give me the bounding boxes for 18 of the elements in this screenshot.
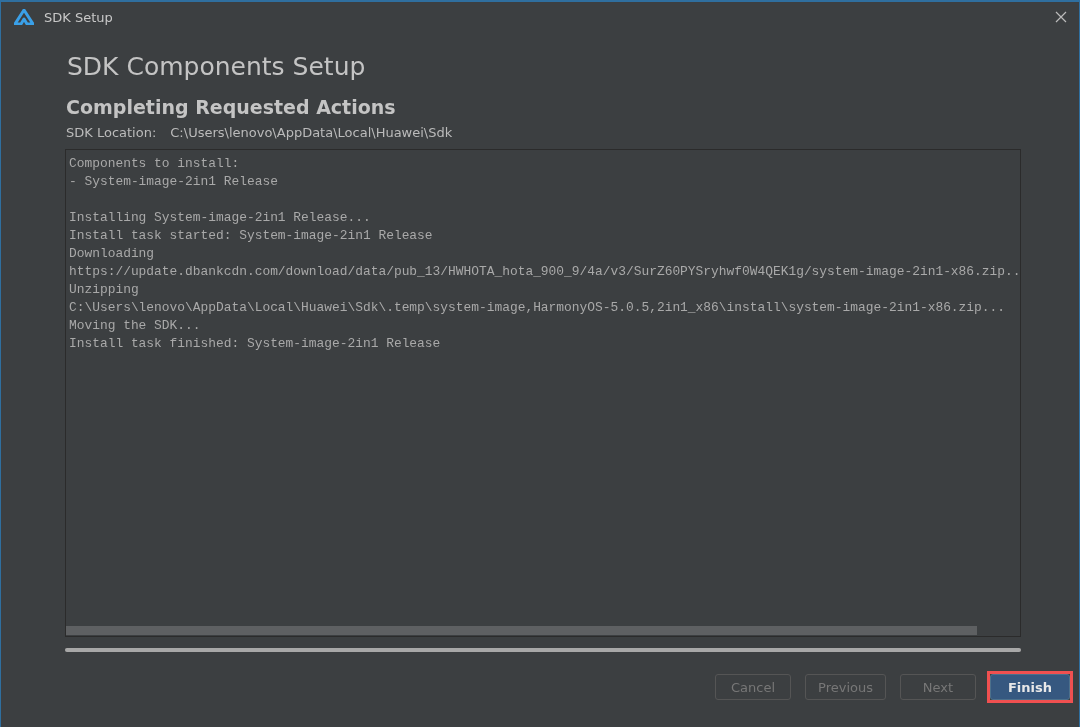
log-line: Downloading: [69, 245, 156, 263]
close-icon[interactable]: [1055, 11, 1067, 23]
sdk-location-label: SDK Location:: [66, 125, 157, 140]
log-line: C:\Users\lenovo\AppData\Local\Huawei\Sdk\.temp\system-image,HarmonyOS-5.0.5,2in1_x86\install\system-image-2in1-x86.zip...: [69, 299, 1006, 317]
log-line: Install task finished: System-image-2in1 Release: [69, 335, 442, 353]
sdk-location-path: C:\Users\lenovo\AppData\Local\Huawei\Sdk: [170, 125, 453, 140]
log-line: Installing System-image-2in1 Release...: [69, 209, 372, 227]
log-line: Components to install:: [69, 155, 241, 173]
triangle-logo-icon: [14, 9, 34, 25]
dialog-button[interactable]: Finish: [990, 674, 1070, 700]
log-line: Install task started: System-image-2in1 Release: [69, 227, 434, 245]
page-title: SDK Components Setup: [67, 52, 367, 83]
log-line: Moving the SDK...: [69, 317, 202, 335]
log-line: Unzipping: [69, 281, 140, 299]
log-line: - System-image-2in1 Release: [69, 173, 279, 191]
window-title: SDK Setup: [44, 9, 114, 25]
section-title: Completing Requested Actions: [66, 96, 397, 118]
log-line: https://update.dbankcdn.com/download/data/pub_13/HWHOTA_hota_900_9/4a/v3/SurZ60PYSryhwf0W4QEK1g/system-image-2in1-x86.zip..: [69, 263, 1017, 281]
